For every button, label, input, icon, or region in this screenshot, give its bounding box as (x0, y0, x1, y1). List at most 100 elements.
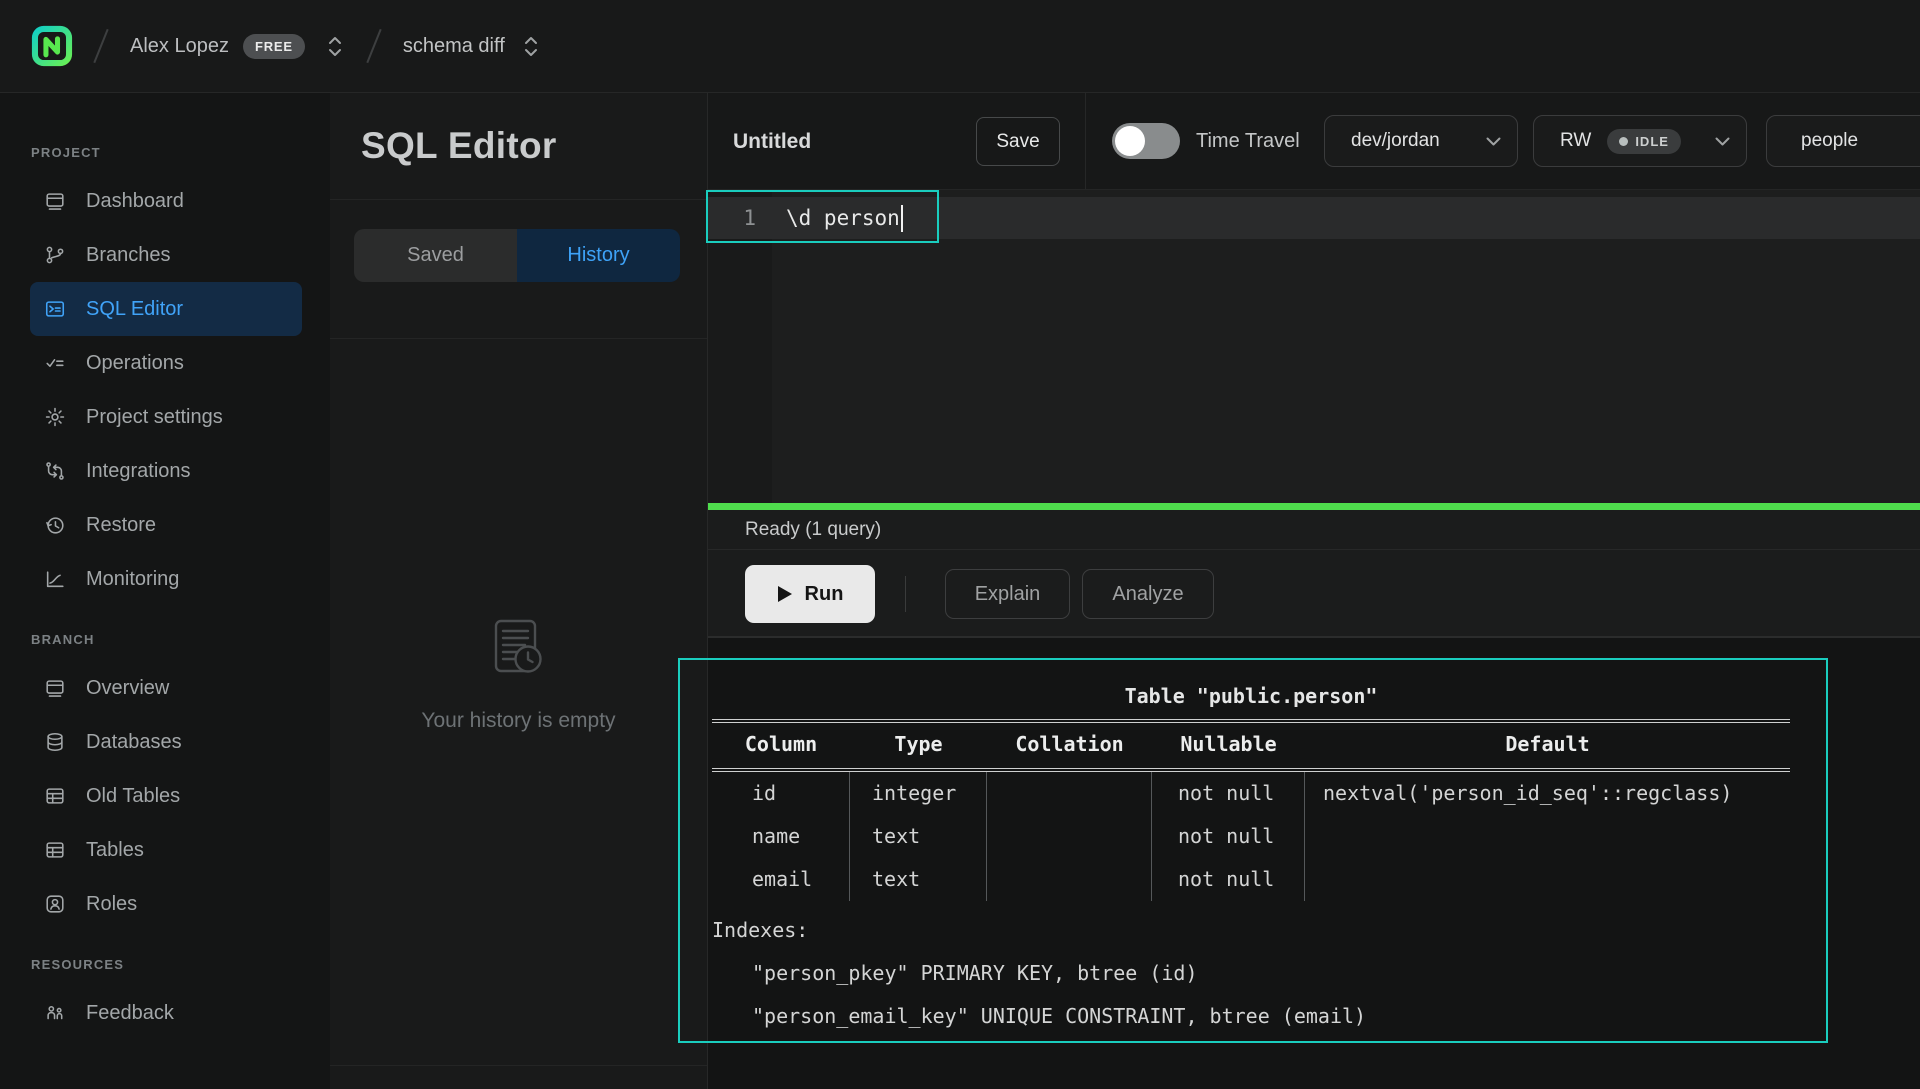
checklist-icon (44, 352, 66, 374)
compute-status-badge: IDLE (1607, 129, 1681, 154)
col-header: Nullable (1152, 723, 1305, 767)
user-badge-icon (44, 893, 66, 915)
line-number: 1 (708, 206, 772, 230)
status-text: IDLE (1635, 134, 1669, 149)
query-title[interactable]: Untitled (733, 93, 811, 190)
result-table-title: Table "public.person" (712, 675, 1790, 718)
status-bar: Ready (1 query) (708, 510, 1920, 550)
run-button[interactable]: Run (745, 565, 875, 623)
table-cell: email (712, 858, 850, 901)
col-header: Collation (987, 723, 1152, 767)
compute-select[interactable]: RW IDLE (1533, 115, 1747, 167)
sidebar-item-tables[interactable]: Tables (30, 823, 302, 877)
database-icon (44, 731, 66, 753)
sidebar-item-branches[interactable]: Branches (30, 228, 302, 282)
project-switcher-chevron-icon[interactable] (523, 33, 539, 60)
dashboard-icon (44, 190, 66, 212)
sidebar-section-label: BRANCH (31, 632, 330, 647)
sql-editor-panel: SQL Editor Saved History Your history is… (330, 93, 708, 1089)
indexes-label: Indexes: (712, 909, 1790, 952)
history-empty-text: Your history is empty (330, 709, 707, 733)
explain-button[interactable]: Explain (945, 569, 1070, 619)
window-icon (44, 677, 66, 699)
sidebar-section-label: PROJECT (31, 145, 330, 160)
sidebar-section-branch: BRANCH Overview Databases Old Tables Tab… (0, 632, 330, 931)
text-cursor (901, 205, 903, 232)
table-cell (1305, 858, 1790, 901)
sidebar-item-feedback[interactable]: Feedback (30, 986, 302, 1040)
sidebar-item-operations[interactable]: Operations (30, 336, 302, 390)
integrations-icon (44, 460, 66, 482)
sidebar-item-label: Integrations (86, 460, 191, 483)
editor-active-line[interactable]: 1 \d person (708, 197, 1920, 239)
sidebar-item-old-tables[interactable]: Old Tables (30, 769, 302, 823)
sidebar-item-restore[interactable]: Restore (30, 498, 302, 552)
table-cell (987, 858, 1152, 901)
breadcrumb-project[interactable]: schema diff (403, 35, 505, 58)
save-button[interactable]: Save (976, 117, 1060, 166)
sidebar-item-overview[interactable]: Overview (30, 661, 302, 715)
gear-icon (44, 406, 66, 428)
sidebar-section-project: PROJECT Dashboard Branches SQL Editor Op… (0, 145, 330, 606)
sidebar-item-databases[interactable]: Databases (30, 715, 302, 769)
tab-saved[interactable]: Saved (354, 229, 517, 282)
document-clock-icon (481, 614, 557, 690)
header-divider (1085, 93, 1086, 189)
sidebar-item-label: Operations (86, 352, 184, 375)
toggle-knob (1115, 126, 1145, 156)
chevron-down-icon (1715, 137, 1730, 146)
sidebar-item-label: Databases (86, 731, 182, 754)
plan-badge: FREE (243, 34, 305, 59)
sidebar-item-dashboard[interactable]: Dashboard (30, 174, 302, 228)
compute-select-value: RW (1560, 130, 1591, 152)
table-icon (44, 839, 66, 861)
play-icon (777, 585, 793, 603)
tabs-section: Saved History (330, 229, 707, 339)
table-cell (987, 815, 1152, 858)
psql-output: Table "public.person" Column Type Collat… (712, 675, 1790, 1038)
sidebar-item-label: Feedback (86, 1002, 174, 1025)
table-cell: not null (1152, 815, 1305, 858)
table-cell: text (850, 815, 987, 858)
neon-logo-icon[interactable] (30, 24, 74, 68)
panel-divider (330, 1065, 707, 1066)
sidebar-item-label: Overview (86, 677, 169, 700)
database-select[interactable]: people (1766, 115, 1920, 167)
col-header: Type (850, 723, 987, 767)
sidebar-item-project-settings[interactable]: Project settings (30, 390, 302, 444)
branch-select-value: dev/jordan (1351, 130, 1440, 152)
org-switcher-chevron-icon[interactable] (327, 33, 343, 60)
query-progress-bar (708, 503, 1920, 510)
sql-code-editor[interactable]: 1 \d person (708, 190, 1920, 503)
people-icon (44, 1002, 66, 1024)
sidebar-item-label: Old Tables (86, 785, 180, 808)
sidebar-item-label: Dashboard (86, 190, 184, 213)
analyze-button[interactable]: Analyze (1082, 569, 1214, 619)
breadcrumb-slash (93, 29, 108, 63)
result-table-header: Column Type Collation Nullable Default (712, 723, 1790, 767)
sidebar-section-label: RESOURCES (31, 957, 330, 972)
editor-main-panel: Untitled Save Time Travel dev/jordan RW … (708, 93, 1920, 1089)
actions-toolbar: Run Explain Analyze (708, 550, 1920, 638)
table-cell: id (712, 772, 850, 815)
breadcrumb-org[interactable]: Alex Lopez (130, 35, 229, 58)
branch-select[interactable]: dev/jordan (1324, 115, 1518, 167)
git-branch-icon (44, 244, 66, 266)
table-cell: name (712, 815, 850, 858)
panel-header: SQL Editor (330, 93, 707, 200)
sidebar-item-roles[interactable]: Roles (30, 877, 302, 931)
index-entry: "person_email_key" UNIQUE CONSTRAINT, bt… (712, 995, 1790, 1038)
history-empty-state: Your history is empty (330, 614, 707, 733)
sidebar-item-integrations[interactable]: Integrations (30, 444, 302, 498)
code-text: \d person (786, 206, 900, 230)
sidebar-item-label: Project settings (86, 406, 223, 429)
table-cell: text (850, 858, 987, 901)
sidebar-item-sql-editor[interactable]: SQL Editor (30, 282, 302, 336)
tab-history[interactable]: History (517, 229, 680, 282)
time-travel-toggle[interactable] (1112, 123, 1180, 159)
chevron-down-icon (1486, 137, 1501, 146)
sidebar-item-monitoring[interactable]: Monitoring (30, 552, 302, 606)
toolbar-divider (905, 576, 906, 612)
col-header: Column (712, 723, 850, 767)
table-cell: nextval('person_id_seq'::regclass) (1305, 772, 1790, 815)
